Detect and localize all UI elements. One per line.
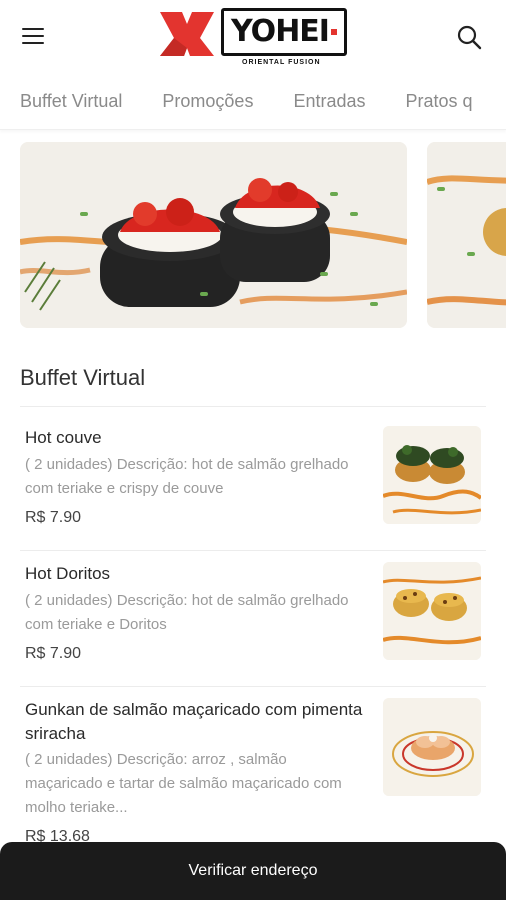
- menu-item-card[interactable]: Hot Doritos ( 2 unidades) Descrição: hot…: [20, 562, 486, 672]
- promo-banner-image[interactable]: [20, 142, 407, 328]
- item-name: Hot Doritos: [25, 564, 111, 583]
- tab-pratos[interactable]: Pratos q: [386, 91, 493, 112]
- item-name: Hot couve: [25, 428, 102, 447]
- section-title: Buffet Virtual: [20, 365, 146, 390]
- menu-item-card[interactable]: Hot couve ( 2 unidades) Descrição: hot d…: [20, 426, 486, 536]
- tab-promocoes[interactable]: Promoções: [142, 91, 273, 112]
- item-price: R$ 7.90: [25, 509, 82, 526]
- item-name: Gunkan de salmão maçaricado com pimenta …: [25, 700, 363, 743]
- item-divider: [20, 550, 486, 551]
- item-price: R$ 7.90: [25, 645, 82, 662]
- category-tabs: Buffet Virtual Promoções Entradas Pratos…: [0, 74, 506, 130]
- app-header: YOHEI ORIENTAL FUSION: [0, 0, 506, 74]
- item-description: ( 2 unidades) Descrição: hot de salmão g…: [25, 592, 349, 633]
- logo-wordmark-box: YOHEI: [221, 8, 347, 56]
- tab-entradas[interactable]: Entradas: [273, 91, 385, 112]
- menu-item-card[interactable]: Gunkan de salmão maçaricado com pimenta …: [20, 698, 486, 848]
- promo-carousel[interactable]: [0, 142, 506, 328]
- logo-mark-icon: [160, 12, 214, 56]
- item-divider: [20, 686, 486, 687]
- logo-wordmark: YOHEI: [231, 14, 330, 49]
- tab-buffet-virtual[interactable]: Buffet Virtual: [0, 91, 142, 112]
- item-thumbnail[interactable]: [383, 426, 481, 524]
- logo-tagline: ORIENTAL FUSION: [242, 59, 321, 66]
- hamburger-menu-icon[interactable]: [22, 24, 48, 48]
- promo-banner-image-next[interactable]: [427, 142, 506, 328]
- logo-dot: [330, 29, 337, 35]
- brand-logo: YOHEI ORIENTAL FUSION: [160, 6, 350, 68]
- item-description: ( 2 unidades) Descrição: arroz , salmão …: [25, 751, 342, 816]
- section-divider: [20, 406, 486, 407]
- search-icon[interactable]: [456, 24, 482, 50]
- verify-address-button[interactable]: Verificar endereço: [0, 842, 506, 900]
- item-description: ( 2 unidades) Descrição: hot de salmão g…: [25, 456, 349, 497]
- item-thumbnail[interactable]: [383, 562, 481, 660]
- item-thumbnail[interactable]: [383, 698, 481, 796]
